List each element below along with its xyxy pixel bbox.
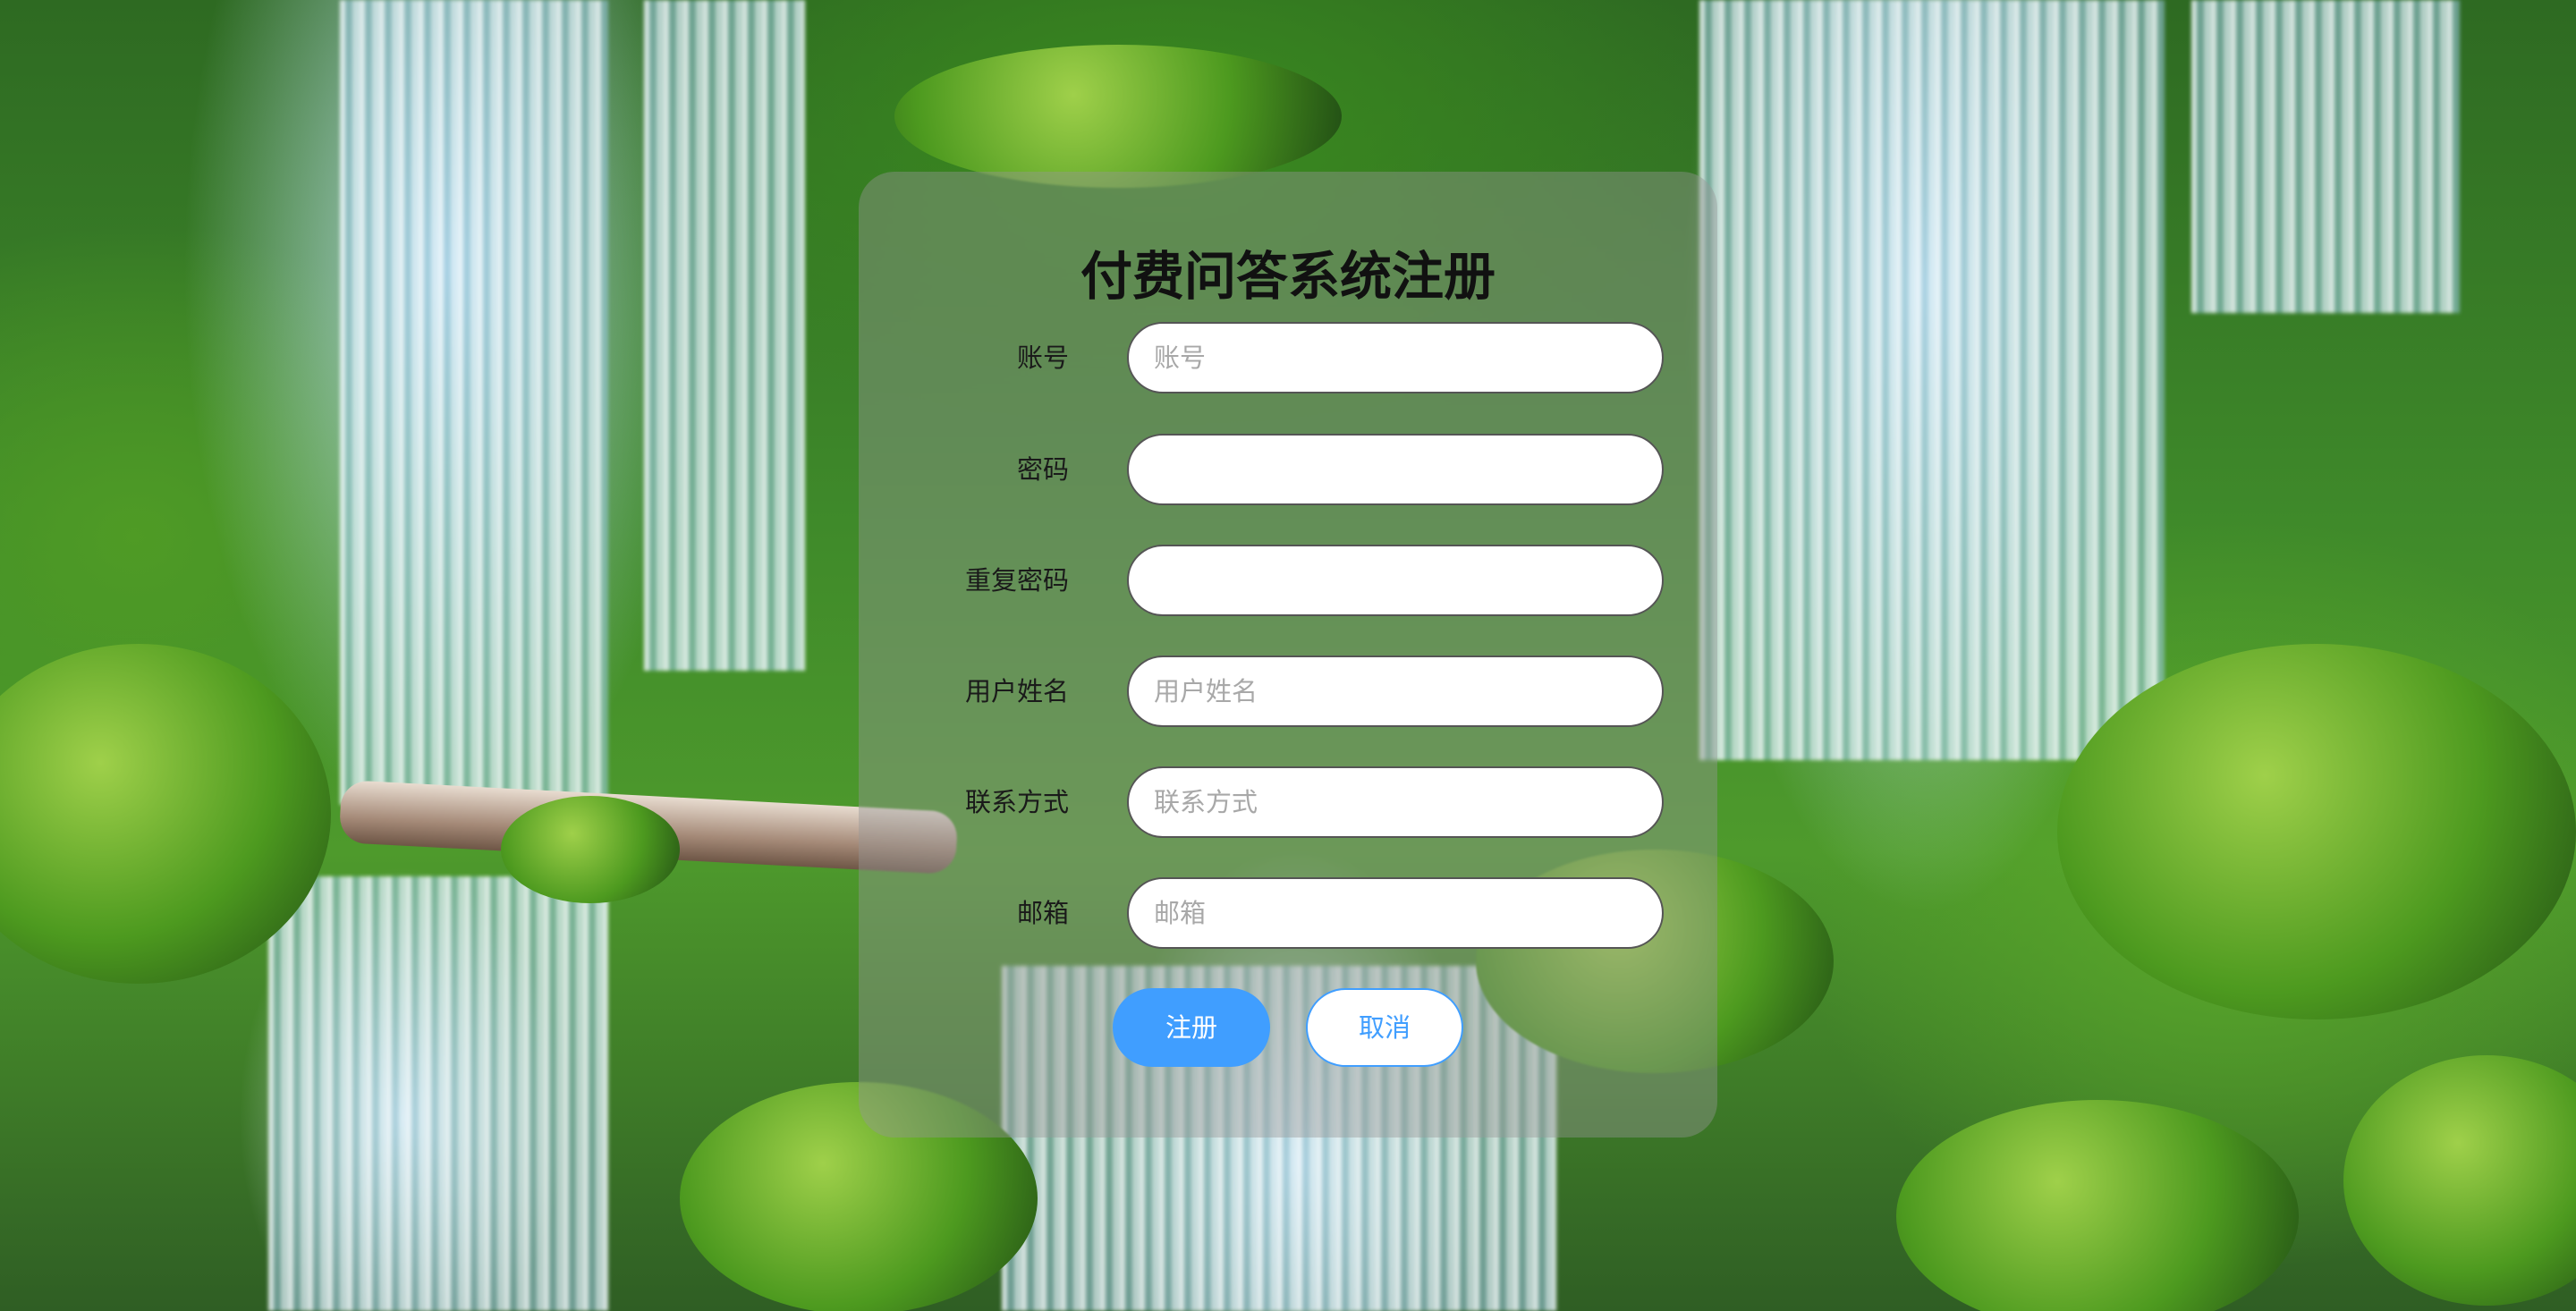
contact-label: 联系方式 [964, 787, 1069, 817]
email-input[interactable] [1127, 877, 1664, 949]
password-input[interactable] [1127, 434, 1664, 505]
repeat-password-label: 重复密码 [964, 565, 1069, 596]
password-row: 密码 [859, 434, 1717, 505]
register-form-panel [859, 172, 1717, 1138]
user-name-label: 用户姓名 [964, 676, 1069, 706]
moss-rock [2343, 1055, 2576, 1306]
account-label: 账号 [1016, 343, 1069, 373]
email-label: 邮箱 [1016, 898, 1069, 928]
repeat-password-input[interactable] [1127, 545, 1664, 616]
cancel-button[interactable]: 取消 [1306, 988, 1463, 1067]
waterfall-right [1699, 0, 2165, 760]
repeat-password-row: 重复密码 [859, 545, 1717, 616]
contact-input[interactable] [1127, 766, 1664, 838]
user-name-row: 用户姓名 [859, 656, 1717, 727]
account-input[interactable] [1127, 322, 1664, 393]
waterfall-left [340, 0, 608, 805]
account-row: 账号 [859, 322, 1717, 393]
email-row: 邮箱 [859, 877, 1717, 949]
waterfall-bottom-left [268, 876, 608, 1311]
moss-rock [2057, 644, 2576, 1019]
user-name-input[interactable] [1127, 656, 1664, 727]
contact-row: 联系方式 [859, 766, 1717, 838]
password-label: 密码 [1016, 454, 1069, 485]
moss-rock [894, 45, 1342, 188]
register-button[interactable]: 注册 [1113, 988, 1270, 1067]
moss-rock [501, 796, 680, 903]
waterfall-center-left [644, 0, 805, 671]
page-title: 付费问答系统注册 [1080, 246, 1496, 307]
moss-rock [1896, 1100, 2299, 1311]
